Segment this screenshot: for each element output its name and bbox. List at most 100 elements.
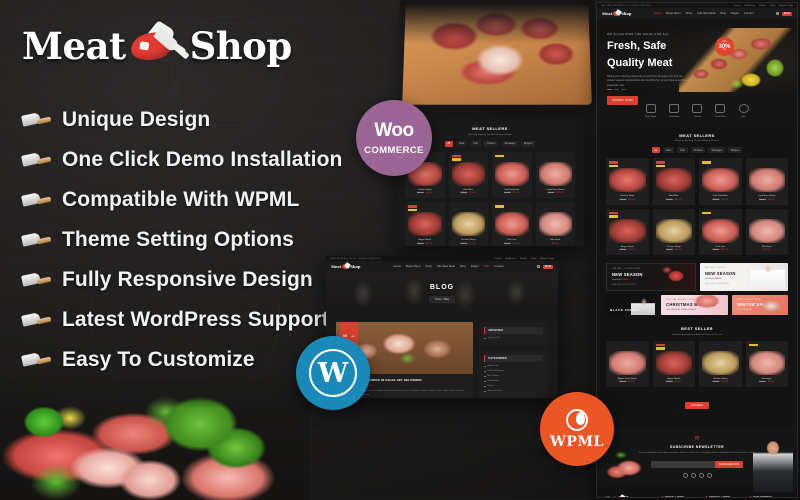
category-duck[interactable]: Duck Meat: [715, 104, 726, 118]
tab-all[interactable]: All: [444, 140, 454, 147]
product-card[interactable]: Beef Ribs $29.00 $24.00: [652, 158, 695, 205]
breadcrumb[interactable]: Home > Blog: [429, 295, 455, 303]
promo-new-season-light[interactable]: BUTCHER SHOPS NEW SEASON Start From $180…: [700, 263, 788, 291]
menu-contact[interactable]: Contact: [494, 265, 504, 268]
tab-sausages[interactable]: Sausages: [708, 147, 726, 153]
widget-item[interactable]: January 2022: [484, 337, 543, 340]
product-card[interactable]: Angus Steak $21.00 $17.00: [405, 202, 445, 246]
tab-veal[interactable]: Veal: [677, 147, 688, 153]
category-goat[interactable]: Goat Meat: [669, 104, 679, 118]
twitter-icon[interactable]: [690, 472, 696, 478]
topbar-link-register[interactable]: Register / Login: [540, 258, 554, 260]
topbar-link-wishlist[interactable]: Wishlist: [520, 258, 527, 260]
promo-new-season-dark[interactable]: ONLINE - ORDER NOW NEW SEASON Start From…: [606, 263, 696, 291]
product-card[interactable]: Chicken Wings $16.00 $12.00: [652, 208, 695, 255]
product-card[interactable]: Angus Sirloin $28.00 $22.00: [652, 340, 695, 387]
topbar-link-order[interactable]: Order: [531, 258, 536, 260]
facebook-icon[interactable]: [682, 472, 688, 478]
promo-winter-sale[interactable]: FRESH MEAT SHOP WINTER SALE UP TO 50% OF…: [732, 294, 788, 315]
menu-mega[interactable]: Mega Menu: [406, 265, 421, 268]
menu-home[interactable]: Home: [394, 265, 401, 268]
site-logo[interactable]: Meat Shop: [602, 11, 631, 16]
tab-chicken[interactable]: Chicken: [483, 140, 499, 147]
widget-item[interactable]: Baby & Kids: [484, 365, 543, 368]
tab-beef[interactable]: Beef: [663, 147, 675, 153]
widget-item[interactable]: Men Fashion: [484, 375, 543, 378]
cart-badge[interactable]: $0.00: [782, 11, 792, 16]
category-fish[interactable]: Fish: [738, 104, 749, 118]
category-beef[interactable]: Beef Steak: [645, 104, 656, 118]
tab-sausages[interactable]: Sausages: [501, 140, 519, 147]
promo-black-friday[interactable]: BLACK FRIDAY: [606, 294, 658, 315]
tab-beef[interactable]: Beef: [456, 140, 468, 147]
menu-shop[interactable]: Shop: [425, 265, 431, 268]
menu-mega[interactable]: Mega Menu: [666, 12, 681, 15]
newsletter-subscribe-button[interactable]: SUBSCRIBE NOW: [714, 460, 744, 468]
site-nav-right[interactable]: $0.00: [776, 11, 792, 16]
cart-badge[interactable]: $0.00: [543, 264, 553, 269]
blog-logo[interactable]: Meat Shop: [331, 264, 360, 269]
product-card[interactable]: Lamb Fore Shank $35.00 $28.00: [745, 158, 788, 205]
widget-item[interactable]: Women Fashion: [484, 390, 543, 393]
site-menu[interactable]: Home Mega Menu Shop Add New Meat Blog Pa…: [654, 12, 754, 15]
product-card[interactable]: Lamb Fore Shank $35.00 $28.00: [535, 151, 575, 198]
search-icon[interactable]: [776, 12, 780, 15]
search-icon[interactable]: [537, 265, 541, 268]
menu-shop[interactable]: Shop: [686, 12, 692, 15]
topbar-link-account[interactable]: My Account: [745, 5, 755, 7]
product-card[interactable]: Veal Tenderloin $32.00 $26.00: [492, 151, 532, 198]
product-card[interactable]: Beef Ribs $29.00 $24.00: [448, 151, 488, 198]
product-card[interactable]: Chicken Wings $16.00 $12.00: [699, 340, 742, 387]
newsletter-email-input[interactable]: [650, 460, 715, 468]
product-card[interactable]: Pork Loin $26.00 $22.00: [492, 202, 532, 246]
menu-blog[interactable]: Blog: [460, 265, 466, 268]
menu-home[interactable]: Home: [654, 12, 661, 15]
widget-item[interactable]: Bakery: [484, 385, 543, 388]
topbar-link-wishlist[interactable]: Wishlist: [759, 5, 766, 7]
product-card[interactable]: Rib Steak $25.00: [535, 202, 575, 246]
hero-slider-dots[interactable]: [607, 88, 626, 90]
youtube-icon[interactable]: [706, 472, 712, 478]
tab-veal[interactable]: Veal: [470, 140, 481, 147]
topbar-link-contact[interactable]: Contact: [495, 258, 502, 260]
tab-burgers[interactable]: Burgers: [521, 140, 536, 147]
tab-chicken[interactable]: Chicken: [690, 147, 706, 153]
topbar-link-register[interactable]: Register / Login: [779, 5, 793, 7]
menu-addmeat[interactable]: Add New Meat: [437, 265, 455, 268]
category-chicken[interactable]: Chicken: [692, 104, 703, 118]
menu-pages[interactable]: Pages: [731, 12, 739, 15]
menu-blog[interactable]: Blog: [720, 12, 726, 15]
blog-nav-right[interactable]: $0.00: [537, 264, 553, 269]
product-card[interactable]: Sausages $20.00 $16.00: [745, 340, 788, 387]
product-card[interactable]: Chicken Wings $16.00 $12.00: [448, 202, 488, 246]
blog-topbar-links[interactable]: Contact My Account Wishlist Order Regist…: [495, 258, 554, 260]
tab-all[interactable]: All: [651, 147, 661, 153]
product-card[interactable]: Angus Fresh Steak $25.00 $19.00: [606, 340, 649, 387]
cleaver-bullet-icon: [21, 152, 52, 168]
menu-pages[interactable]: Pages: [471, 265, 479, 268]
footer-logo[interactable]: Meat Shop: [606, 495, 656, 497]
product-card[interactable]: Rib Steak $25.00: [745, 208, 788, 255]
site-filter-tabs[interactable]: All Beef Veal Chicken Sausages Burgers: [597, 147, 797, 153]
topbar-link-contact[interactable]: Contact: [734, 5, 741, 7]
topbar-links[interactable]: Contact My Account Wishlist Order Regist…: [734, 5, 793, 7]
instagram-icon[interactable]: [698, 472, 704, 478]
product-card[interactable]: Angus Steak $21.00 $17.00: [606, 208, 649, 255]
product-card[interactable]: Chicken Strips $18.00 $14.00: [606, 158, 649, 205]
product-thumbnail: [538, 161, 572, 186]
woo-label-top: Woo: [374, 119, 414, 144]
product-card[interactable]: Pork Loin $26.00 $22.00: [699, 208, 742, 255]
menu-contact[interactable]: Contact: [744, 12, 754, 15]
blog-menu[interactable]: Home Mega Menu Shop Add New Meat Blog Pa…: [394, 265, 504, 268]
widget-item[interactable]: Food and Fashion: [484, 370, 543, 373]
widget-item[interactable]: New Arrivals: [484, 380, 543, 383]
product-card[interactable]: Veal Tenderloin $32.00 $26.00: [699, 158, 742, 205]
menu-sale[interactable]: Sale: [484, 265, 490, 268]
topbar-link-order[interactable]: Order: [770, 5, 775, 7]
load-more-button[interactable]: Load More: [684, 402, 710, 409]
tab-burgers[interactable]: Burgers: [728, 147, 743, 153]
promo-christmas-sale[interactable]: SPECIAL OFFER TODAY CHRISTMAS BIG SALE G…: [661, 294, 729, 315]
menu-addmeat[interactable]: Add New Meat: [697, 12, 715, 15]
hero-cta-button[interactable]: ORDER NOW: [607, 95, 638, 105]
topbar-link-account[interactable]: My Account: [506, 258, 516, 260]
